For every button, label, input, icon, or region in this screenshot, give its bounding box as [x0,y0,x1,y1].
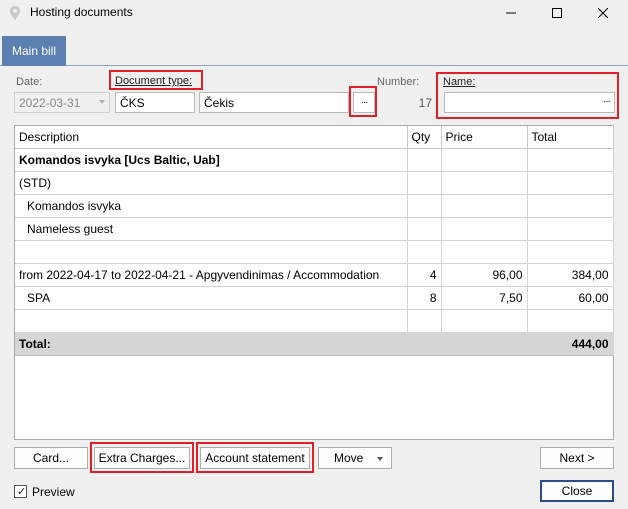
cell-total[interactable] [527,171,614,195]
cell-qty[interactable] [407,217,442,241]
date-value: 2022-03-31 [19,95,81,110]
cell-total-label: Total: [15,332,408,356]
table-row[interactable]: SPA 8 7,50 60,00 [15,286,614,310]
table-header-row: Description Qty Price Total [15,126,614,149]
date-field[interactable]: 2022-03-31 [14,92,110,113]
move-label: Move [334,451,364,465]
document-type-name-field[interactable]: Čekis [199,92,349,113]
date-label: Date: [16,76,43,88]
document-type-code: ČKS [120,95,145,110]
cell-description[interactable]: SPA [15,286,408,310]
cell-description[interactable]: Komandos isvyka [15,194,408,218]
table-row[interactable]: Komandos isvyka [15,194,614,218]
cell-qty[interactable] [407,240,442,264]
close-icon [598,8,608,18]
table-row[interactable] [15,240,614,264]
preview-label: Preview [32,485,75,499]
next-button[interactable]: Next > [540,447,614,469]
table-row[interactable]: Nameless guest [15,217,614,241]
table-total-row: Total: 444,00 [15,332,614,356]
cell-qty[interactable]: 8 [407,286,442,310]
maximize-button[interactable] [534,0,580,26]
highlight-name [436,72,619,119]
cell-description[interactable]: Komandos isvyka [Ucs Baltic, Uab] [15,148,408,172]
cell-price[interactable] [441,240,528,264]
cell-price[interactable] [441,194,528,218]
tab-main-bill[interactable]: Main bill [2,36,66,66]
cell-qty[interactable] [407,148,442,172]
table-row[interactable]: Komandos isvyka [Ucs Baltic, Uab] [15,148,614,172]
cell-total[interactable] [527,217,614,241]
tab-strip: Main bill [0,36,628,66]
cell-qty[interactable]: 4 [407,263,442,287]
cell-price[interactable] [441,217,528,241]
number-value: 17 [418,96,432,110]
cell-description[interactable]: from 2022-04-17 to 2022-04-21 - Apgyvend… [15,263,408,287]
cell-description[interactable]: Nameless guest [15,217,408,241]
number-label: Number: [377,76,420,88]
column-header-price[interactable]: Price [441,126,528,149]
move-button[interactable]: Move [318,447,392,469]
maximize-icon [552,8,562,18]
close-window-button[interactable] [580,0,626,26]
cell-total-price [441,332,528,356]
card-button[interactable]: Card... [14,447,88,469]
cell-price[interactable]: 7,50 [441,286,528,310]
minimize-button[interactable] [488,0,534,26]
app-icon [10,6,20,20]
cell-total[interactable]: 60,00 [527,286,614,310]
highlight-document-type [109,70,203,90]
preview-checkbox[interactable]: ✓ [14,485,27,498]
cell-qty[interactable] [407,171,442,195]
table-row[interactable]: from 2022-04-17 to 2022-04-21 - Apgyvend… [15,263,614,287]
cell-qty[interactable] [407,309,442,333]
cell-total[interactable] [527,194,614,218]
cell-price[interactable] [441,148,528,172]
cell-total[interactable] [527,240,614,264]
column-header-qty[interactable]: Qty [407,126,442,149]
column-header-description[interactable]: Description [15,126,408,149]
highlight-extra-charges [90,442,194,473]
cell-total[interactable] [527,148,614,172]
cell-price[interactable]: 96,00 [441,263,528,287]
chevron-down-icon [377,457,383,461]
checkmark-icon: ✓ [17,486,27,498]
cell-total[interactable] [527,309,614,333]
table-row[interactable] [15,309,614,333]
bill-table[interactable]: Description Qty Price Total Komandos isv… [14,125,614,440]
highlight-browse-button [349,86,377,117]
cell-price[interactable] [441,309,528,333]
cell-total[interactable]: 384,00 [527,263,614,287]
document-type-name: Čekis [204,95,235,110]
highlight-account-statement [196,442,314,473]
column-header-total[interactable]: Total [527,126,614,149]
cell-qty[interactable] [407,194,442,218]
table-row[interactable]: (STD) [15,171,614,195]
window-title: Hosting documents [30,5,133,19]
document-type-code-field[interactable]: ČKS [115,92,195,113]
cell-description[interactable] [15,240,408,264]
cell-price[interactable] [441,171,528,195]
title-bar: Hosting documents [0,0,628,26]
close-button[interactable]: Close [540,480,614,502]
cell-total-qty [407,332,442,356]
chevron-down-icon [99,100,105,104]
minimize-icon [506,12,516,14]
cell-description[interactable]: (STD) [15,171,408,195]
cell-total-value: 444,00 [527,332,614,356]
cell-description[interactable] [15,309,408,333]
